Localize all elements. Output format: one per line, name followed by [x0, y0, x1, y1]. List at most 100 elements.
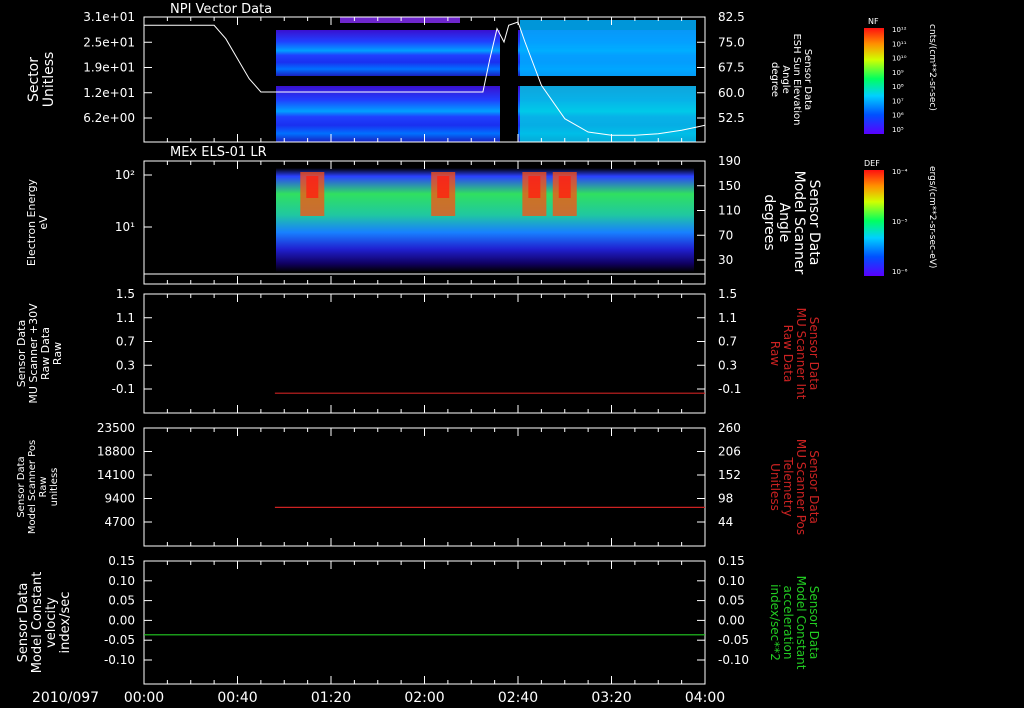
y-axis-label-line: Sensor Data: [16, 583, 31, 663]
colorbar-ticks: 10¹² 10¹¹ 10¹⁰ 10⁹ 10⁸ 10⁷ 10⁶ 10⁵: [892, 26, 907, 134]
y2-tick-label: 52.5: [718, 111, 745, 125]
panel-frame: [143, 427, 706, 547]
y2-axis-label: Sensor DataESH Sun ElevationAngledegree: [769, 33, 813, 125]
panel-frame: [143, 293, 706, 414]
y2-tick-label: 152: [718, 468, 741, 482]
y-tick-label: -0.10: [104, 653, 135, 667]
y2-axis-label: Sensor DataMU Scanner IntRaw DataRaw: [768, 308, 821, 400]
y2-axis-label-line: Sensor Data: [807, 586, 821, 660]
y-axis-ticks: 1.5 1.1 0.7 0.3 -0.1: [112, 287, 706, 413]
y2-tick-label: -0.10: [718, 653, 749, 667]
colorbar-tick-label: 10¹⁰: [892, 55, 907, 63]
y-axis-label-line: velocity: [44, 597, 59, 648]
y-tick-label: 18800: [97, 445, 135, 459]
y2-axis-ticks: 190 150 110 70 30: [697, 154, 741, 267]
colorbar-tick-label: 10⁵: [892, 126, 904, 134]
y-tick-label: 4700: [104, 515, 135, 529]
y2-tick-label: 0.7: [718, 335, 737, 349]
colorbar-tick-label: 10⁹: [892, 69, 904, 77]
colorbar-tick-label: 10⁻⁵: [892, 218, 908, 226]
y-axis-label-line: Sensor Data: [16, 456, 27, 517]
y-tick-label: 0.3: [116, 358, 135, 372]
y-tick-label: 14100: [97, 468, 135, 482]
y-tick-label: 10¹: [115, 220, 135, 234]
y-axis-label-line: Raw: [38, 476, 49, 497]
y2-axis-label-line: Unitless: [768, 463, 782, 511]
y-axis-label-line: Model Constant: [30, 572, 45, 674]
y-axis-label: Electron Energy eV: [25, 178, 50, 266]
y2-axis-label-line: Raw Data: [781, 325, 795, 383]
colorbar-tick-label: 10¹²: [892, 26, 907, 34]
y2-axis-label-line: Angle: [780, 65, 791, 93]
y2-tick-label: 75.0: [718, 35, 745, 49]
y-tick-label: 0.7: [116, 335, 135, 349]
colorbar-gradient: [864, 28, 884, 134]
y2-tick-label: 0.10: [718, 574, 745, 588]
y-axis-label-line: Raw: [51, 342, 64, 365]
y-axis-label-line: index/sec: [58, 592, 73, 654]
y-tick-label: 6.2e+00: [83, 111, 135, 125]
y-axis-label: Sensor Data Model Scanner Pos Raw unitless: [16, 440, 60, 534]
y2-axis-ticks: 260 206 152 98 44: [697, 421, 741, 529]
y2-axis-label: Sensor DataModel ScannerAngledegrees: [761, 171, 822, 275]
y2-axis-label-line: Angle: [776, 203, 792, 243]
colorbar-tick-label: 10¹¹: [892, 40, 907, 48]
y-axis-label: Sensor Data MU Scanner +30V Raw Data Raw: [15, 303, 64, 404]
y-tick-label: 10²: [115, 168, 135, 182]
y-axis-label: Sensor Data Model Constant velocity index/s…: [16, 572, 73, 674]
colorbar-tick-label: 10⁻⁶: [892, 268, 908, 276]
y2-axis-ticks: 1.5 1.1 0.7 0.3 -0.1: [697, 287, 741, 396]
y-axis-label-line: Model Scanner Pos: [27, 440, 38, 534]
y2-axis-label-line: Sensor Data: [807, 450, 821, 524]
y2-axis-label-line: MU Scanner Pos: [794, 439, 808, 535]
colorbar-tick-label: 10⁶: [892, 112, 904, 120]
colorbar-tick-label: 10⁸: [892, 83, 904, 91]
x-tick-label: 01:20: [311, 690, 351, 706]
spectrogram-gap: [500, 30, 518, 142]
y2-tick-label: 82.5: [718, 10, 745, 24]
y-tick-label: 9400: [104, 492, 135, 506]
y2-tick-label: -0.1: [718, 382, 741, 396]
y2-axis-label-line: Sensor Data: [807, 317, 821, 391]
y2-axis-label-line: Model Scanner: [791, 171, 807, 275]
y2-tick-label: -0.05: [718, 633, 749, 647]
y2-tick-label: 110: [718, 204, 741, 218]
y-tick-label: -0.05: [104, 633, 135, 647]
spectrogram-band: [520, 86, 696, 142]
x-tick-label: 04:00: [685, 690, 725, 706]
y-axis-label: Sector Unitless: [26, 52, 57, 108]
panel-title: NPI Vector Data: [170, 2, 272, 17]
y-axis-ticks: 0.15 0.10 0.05 0.00 -0.05 -0.10: [104, 554, 706, 684]
y2-axis-label-line: acceleration: [781, 586, 795, 660]
y2-tick-label: 70: [718, 228, 733, 242]
y2-axis-label-line: degree: [769, 62, 780, 97]
y2-tick-label: 1.5: [718, 287, 737, 301]
burst-core: [558, 176, 571, 198]
y-axis-label-line: Sector: [26, 57, 42, 102]
burst-core: [437, 176, 450, 198]
y2-axis-label-line: degrees: [761, 194, 777, 250]
y2-tick-label: 0.15: [718, 554, 745, 568]
y-tick-label: 0.00: [108, 613, 135, 627]
panel-model-constant: 0.150.100.050.00-0.05-0.10 0.150.100.050…: [16, 554, 821, 685]
colorbar-def: DEF 10⁻⁴ 10⁻⁵ 10⁻⁶ ergs/(cm**2-sr-sec-eV): [864, 159, 937, 276]
x-axis-tick-labels: 00:00 00:40 01:20 02:00 02:40 03:20 04:00: [124, 690, 725, 706]
y2-axis-label-line: Model Constant: [794, 576, 808, 670]
y2-axis-label-line: Sensor Data: [802, 49, 813, 110]
y-tick-label: 3.1e+01: [83, 10, 135, 24]
panel-scanner-30v: 1.5 1.1 0.7 0.3 -0.1 1.5 1.1 0.7 0.3 -0.1 Sensor…: [15, 287, 821, 414]
spectrogram-body: [276, 168, 694, 272]
y2-tick-label: 0.05: [718, 594, 745, 608]
colorbar-title: NF: [868, 17, 879, 26]
x-tick-label: 02:40: [498, 690, 538, 706]
y-tick-label: 1.9e+01: [83, 61, 135, 75]
y2-tick-label: 30: [718, 253, 733, 267]
colorbar-tick-label: 10⁷: [892, 97, 904, 105]
y-tick-label: 2.5e+01: [83, 35, 135, 49]
y-axis-label-line: unitless: [49, 468, 60, 507]
y2-tick-label: 44: [718, 515, 733, 529]
spectrogram-band: [520, 20, 696, 76]
colorbar-nf: NF 10¹² 10¹¹ 10¹⁰ 10⁹ 10⁸ 10⁷ 10⁶ 10⁵ cnts/(cm*…: [864, 17, 937, 134]
panel-npi-vector-data: NPI Vector Data 3.1e+01 2.5e+01 1.9e+01 1.2…: [26, 2, 813, 143]
y2-axis-label: Sensor DataModel Constantaccelerationind…: [768, 576, 821, 670]
